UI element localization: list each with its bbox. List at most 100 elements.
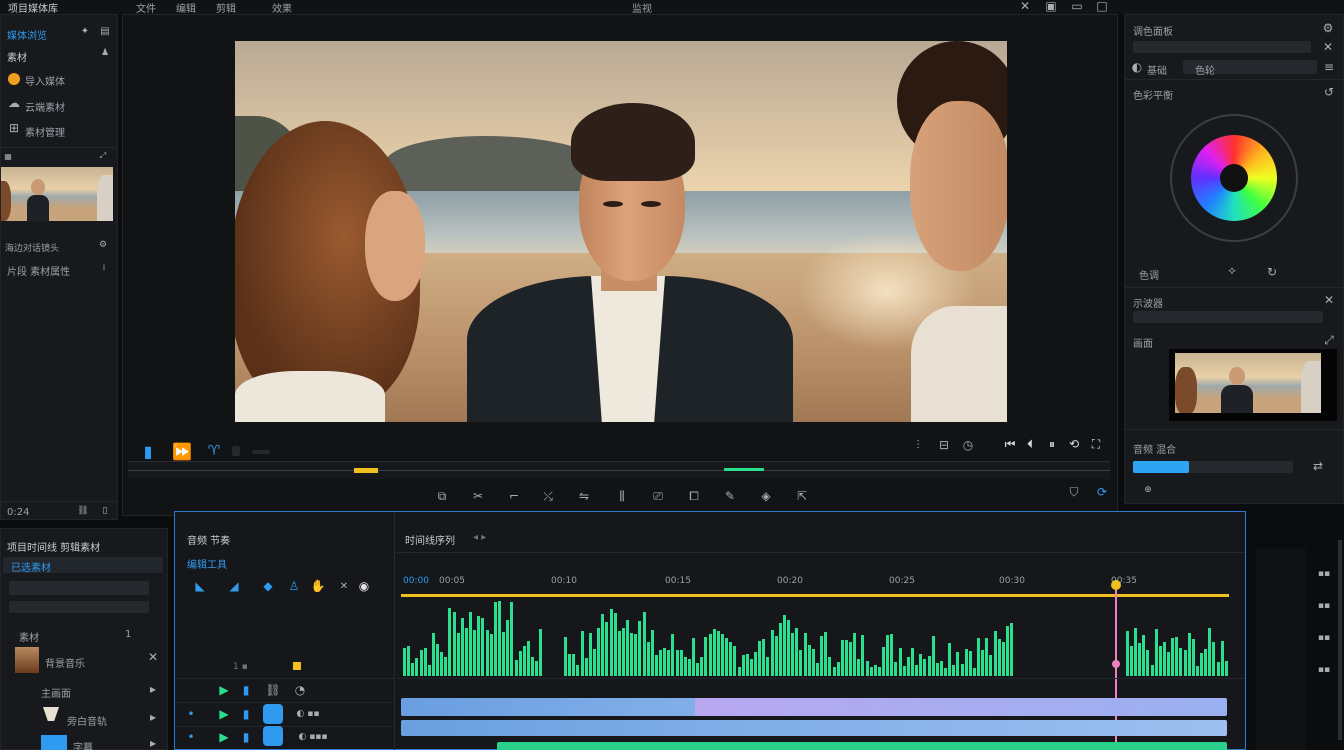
tab-basic[interactable]: 基础 xyxy=(1147,62,1167,77)
reset-icon[interactable]: ↺ xyxy=(1323,85,1335,99)
marker-button[interactable]: ♈ xyxy=(205,443,223,459)
pause-icon[interactable]: ⏸ xyxy=(1044,436,1060,452)
video-clip-2[interactable] xyxy=(695,698,1227,716)
expand-icon[interactable]: □ xyxy=(1095,0,1109,13)
mask-icon[interactable]: ◈ xyxy=(758,488,774,504)
track3-play-icon[interactable]: ▶ xyxy=(217,730,231,744)
safe-area-icon[interactable]: ⊟ xyxy=(936,438,952,452)
project-row-0[interactable]: 素材 xyxy=(19,629,39,644)
loop-icon[interactable]: ⟲ xyxy=(1066,436,1082,452)
manage-label[interactable]: 素材管理 xyxy=(25,124,65,139)
speed-icon[interactable]: ⫼ xyxy=(614,488,630,504)
clip-thumbnail[interactable] xyxy=(1,167,113,221)
zoom-out-icon[interactable]: ▪▪ xyxy=(1314,600,1334,612)
expand-small-icon[interactable]: ⤢ xyxy=(97,151,109,161)
track-height-icon[interactable]: ▪▪ xyxy=(1314,664,1334,676)
bracket-icon[interactable]: ⌐ xyxy=(506,488,522,504)
record-icon[interactable]: ◉ xyxy=(355,578,373,594)
export-icon[interactable]: ⇱ xyxy=(794,488,810,504)
close-icon[interactable]: ✕ xyxy=(1018,0,1032,13)
person-icon[interactable]: ♟ xyxy=(99,47,111,59)
zoom-in-icon[interactable]: ▪▪ xyxy=(1314,568,1334,580)
row4-arrow-icon[interactable]: ▸ xyxy=(147,736,159,750)
cloud-icon[interactable]: ☁ xyxy=(7,96,21,110)
track3-dot-icon[interactable]: • xyxy=(185,730,197,744)
menu-clip[interactable]: 剪辑 xyxy=(216,0,236,15)
pin-icon[interactable]: ✦ xyxy=(79,25,91,37)
eyedropper-icon[interactable]: ⟡ xyxy=(1225,263,1239,277)
tab-wheel[interactable]: 色轮 xyxy=(1195,62,1215,77)
figure-tool-icon[interactable]: ♙ xyxy=(285,578,303,594)
play-clip-button[interactable]: ▮ xyxy=(138,442,158,461)
snap-icon[interactable]: ⟳ xyxy=(1094,484,1110,500)
project-search[interactable] xyxy=(9,581,149,595)
audio-clip-1[interactable] xyxy=(497,742,1227,750)
scope-dropdown[interactable] xyxy=(1133,311,1323,323)
fullscreen-icon[interactable]: ⛶ xyxy=(1088,436,1104,452)
cloud-label[interactable]: 云端素材 xyxy=(25,99,65,114)
grid-icon[interactable]: ⊞ xyxy=(7,121,21,135)
save-icon[interactable]: ▣ xyxy=(1044,0,1058,13)
select-tool-icon[interactable]: ◣ xyxy=(191,578,209,594)
crop-icon[interactable]: ⧉ xyxy=(434,488,450,504)
layout-icon[interactable]: ▤ xyxy=(99,25,111,37)
video-preview[interactable] xyxy=(235,41,1007,422)
mirror-icon[interactable]: ⧠ xyxy=(686,488,702,504)
track2-dot-icon[interactable]: • xyxy=(185,707,197,721)
track1-lock-icon[interactable]: ▮ xyxy=(239,683,253,697)
scope-expand-icon[interactable]: ⤢ xyxy=(1323,333,1335,347)
ruler-line[interactable] xyxy=(401,594,1229,597)
track3-eye-icon[interactable]: ◐ ▪▪▪ xyxy=(293,730,333,744)
project-row-2[interactable]: 主画面 xyxy=(41,685,71,700)
media-tab[interactable]: 素材 xyxy=(7,49,27,64)
track3-lock-icon[interactable]: ▮ xyxy=(239,730,253,744)
diamond-tool-icon[interactable]: ◆ xyxy=(259,578,277,594)
split-icon[interactable]: ⇋ xyxy=(576,488,592,504)
import-icon[interactable] xyxy=(8,73,20,85)
minimize-icon[interactable]: ▭ xyxy=(1070,0,1084,13)
track2-lock-icon[interactable]: ▮ xyxy=(239,707,253,721)
volume-slider[interactable] xyxy=(232,446,240,456)
track1-eye-icon[interactable]: ◔ xyxy=(293,683,307,697)
mix-track[interactable] xyxy=(1133,461,1293,473)
audio-waveform[interactable] xyxy=(403,598,1229,676)
pen-icon[interactable]: ✎ xyxy=(722,488,738,504)
audio-icon[interactable]: ⫶ xyxy=(910,438,926,452)
cut-icon[interactable]: ✂ xyxy=(470,488,486,504)
wheel-reset-icon[interactable]: ↻ xyxy=(1265,265,1279,279)
project-filter[interactable] xyxy=(9,601,149,613)
row2-arrow-icon[interactable]: ▸ xyxy=(147,682,159,696)
track2-eye-icon[interactable]: ◐ ▪▪ xyxy=(293,707,323,721)
hand-tool-icon[interactable]: ✋ xyxy=(309,578,327,594)
settings-icon[interactable]: ⚙ xyxy=(1321,21,1335,35)
playhead-head[interactable] xyxy=(1111,580,1121,590)
project-selected[interactable]: 已选素材 xyxy=(3,557,163,574)
menu-effects[interactable]: 效果 xyxy=(272,0,292,15)
project-row-4[interactable]: 字幕 xyxy=(73,739,93,750)
mix-options-icon[interactable]: ⇄ xyxy=(1303,459,1333,473)
timer-icon[interactable]: ◷ xyxy=(960,438,976,452)
zoom-slider[interactable] xyxy=(252,450,270,454)
track1-play-icon[interactable]: ▶ xyxy=(217,683,231,697)
grid-small-icon[interactable]: ▦ xyxy=(3,151,13,161)
track1-link-icon[interactable]: ⛓ xyxy=(265,683,281,697)
scope-close-icon[interactable]: ✕ xyxy=(1323,293,1335,307)
info-icon[interactable]: ⅰ xyxy=(99,261,109,273)
scrub-ruler[interactable] xyxy=(128,461,1110,479)
track3-fx-icon[interactable] xyxy=(263,726,283,746)
mix-add-icon[interactable]: ⊕ xyxy=(1133,483,1163,497)
gear-icon[interactable]: ⚙ xyxy=(97,239,109,251)
fit-icon[interactable]: ▪▪ xyxy=(1314,632,1334,644)
row1-close-icon[interactable]: ✕ xyxy=(147,650,159,664)
trash-icon[interactable]: ▯ xyxy=(99,505,111,517)
close-small-icon[interactable]: ✕ xyxy=(1321,40,1335,54)
preset-dropdown[interactable] xyxy=(1133,41,1311,53)
freeze-icon[interactable]: ⎚ xyxy=(650,488,666,504)
video-clip-3[interactable] xyxy=(401,720,1227,736)
track2-fx-icon[interactable] xyxy=(263,704,283,724)
row3-arrow-icon[interactable]: ▸ xyxy=(147,710,159,724)
menu-file[interactable]: 文件 xyxy=(136,0,156,15)
toggle-icon[interactable]: ◐ xyxy=(1131,60,1143,74)
project-row-3[interactable]: 旁白音轨 xyxy=(67,713,107,728)
timeline-scroll-column[interactable] xyxy=(1256,548,1306,750)
